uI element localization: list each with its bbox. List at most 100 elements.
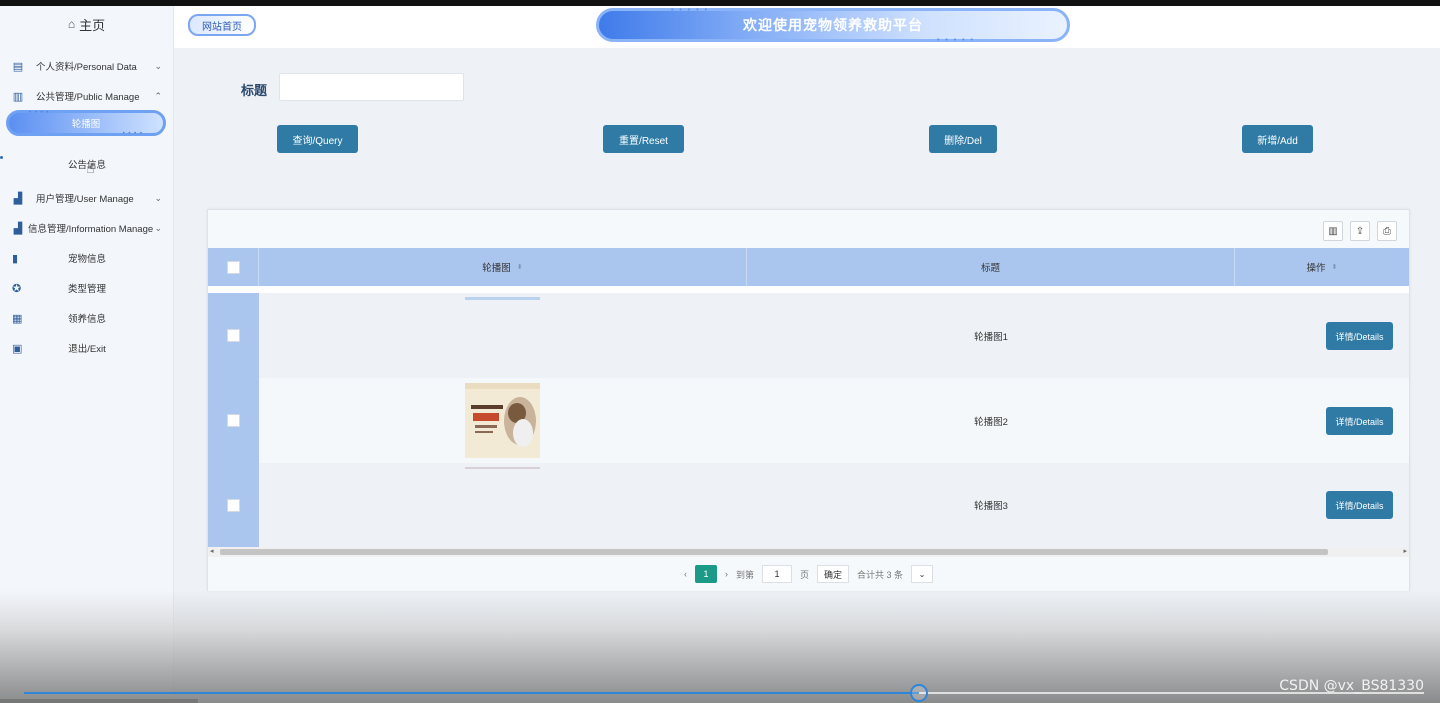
banner-title: 欢迎使用宠物领养救助平台	[743, 17, 923, 33]
sidebar-item-type-manage[interactable]: ✪ 类型管理	[0, 275, 174, 301]
carousel-image	[465, 467, 540, 469]
row-select-cell	[208, 293, 259, 378]
reset-button[interactable]: 重置/Reset	[603, 125, 684, 153]
column-header-action[interactable]: 操作 ⬍	[1235, 248, 1409, 286]
columns-icon[interactable]: ▥	[1323, 221, 1343, 241]
sidebar-item-label: 个人资料/Personal Data	[36, 62, 137, 73]
sidebar-item-label: 用户管理/User Manage	[36, 194, 134, 205]
decor-dots: • • • •	[122, 131, 143, 137]
sidebar-home[interactable]: ⌂ 主页	[0, 6, 173, 42]
row-checkbox[interactable]	[227, 329, 240, 342]
top-header: 网站首页 • • • • • 欢迎使用宠物领养救助平台 • • • • •	[174, 6, 1440, 48]
scroll-left-icon[interactable]: ◂	[210, 547, 214, 555]
sidebar-item-carousel[interactable]: • • • • 轮播图 • • • •	[6, 110, 166, 137]
carousel-table-panel: ▥ ⇪ ⎙ 轮播图 ⬍ 标题 操作 ⬍ 轮播图1 详情/Details 轮播图2…	[207, 209, 1410, 591]
calendar-icon: ▦	[12, 312, 23, 325]
sort-icon[interactable]: ⬍	[1332, 263, 1338, 271]
video-progress-knob[interactable]	[910, 684, 928, 702]
chevron-down-icon: ⌄	[154, 222, 162, 233]
goto-page-input[interactable]: 1	[761, 565, 792, 583]
row-title: 轮播图2	[974, 416, 1008, 428]
print-icon[interactable]: ⎙	[1377, 221, 1397, 241]
sidebar-item-info[interactable]: ▟ 信息管理/Information Manage ⌄	[0, 215, 174, 241]
document-icon: ▤	[12, 60, 24, 73]
page-size-select[interactable]: ⌄	[911, 565, 934, 583]
select-all-checkbox[interactable]	[226, 260, 240, 274]
select-all-cell	[208, 248, 259, 286]
horizontal-scrollbar[interactable]: ◂ ▸	[208, 547, 1409, 557]
sidebar-home-label: 主页	[79, 17, 106, 33]
mouse-cursor-icon: ☝	[86, 160, 95, 176]
row-select-cell	[208, 463, 259, 547]
table-header: 轮播图 ⬍ 标题 操作 ⬍	[208, 248, 1409, 286]
page-unit-label: 页	[799, 569, 809, 580]
decor-dots: • • • •	[29, 110, 50, 116]
chevron-down-icon: ⌄	[918, 569, 926, 579]
title-search-label: 标题	[241, 83, 268, 98]
chevron-down-icon: ⌄	[154, 192, 162, 203]
query-button[interactable]: 查询/Query	[277, 125, 358, 153]
sidebar-item-label: 领养信息	[67, 314, 106, 325]
sidebar-item-personal[interactable]: ▤ 个人资料/Personal Data ⌄	[0, 53, 174, 79]
column-label: 操作	[1306, 263, 1326, 274]
row-checkbox[interactable]	[227, 498, 240, 512]
prev-page-icon[interactable]: ‹	[684, 569, 687, 579]
next-page-icon[interactable]: ›	[725, 569, 728, 579]
bookmark-icon: ▮	[12, 252, 19, 265]
watermark: CSDN @vx_BS81330	[1279, 678, 1424, 694]
site-home-button[interactable]: 网站首页	[188, 14, 256, 36]
carousel-image	[465, 297, 540, 300]
chevron-down-icon: ⌄	[154, 60, 162, 71]
add-button[interactable]: 新增/Add	[1242, 125, 1313, 153]
column-header-image[interactable]: 轮播图 ⬍	[259, 248, 747, 286]
details-button[interactable]: 详情/Details	[1326, 407, 1393, 435]
sidebar-item-label: 信息管理/Information Manage	[28, 224, 154, 235]
row-title: 轮播图3	[974, 501, 1008, 512]
scroll-right-icon[interactable]: ▸	[1403, 547, 1407, 555]
delete-button[interactable]: 删除/Del	[929, 125, 997, 153]
sidebar-item-adopt-info[interactable]: ▦ 领养信息	[0, 305, 174, 331]
sidebar-item-public[interactable]: ▥ 公共管理/Public Manage ⌃	[0, 83, 174, 109]
column-header-title: 标题	[747, 248, 1235, 286]
page-number-current[interactable]: 1	[694, 565, 717, 583]
carousel-image	[465, 383, 540, 458]
calendar-check-icon: ▣	[12, 342, 23, 355]
home-icon: ⌂	[67, 17, 76, 31]
sidebar-item-label: 公共管理/Public Manage	[36, 92, 140, 103]
title-search-input[interactable]	[279, 73, 464, 101]
column-label: 轮播图	[482, 263, 511, 274]
chevron-up-icon: ⌃	[154, 90, 162, 101]
buffer-bar	[0, 699, 198, 703]
chart-bars-icon: ▟	[13, 222, 23, 235]
pagination: ‹ 1 › 到第 1 页 确定 合计共 3 条 ⌄	[208, 557, 1409, 591]
row-title: 轮播图1	[974, 331, 1008, 343]
video-progress-fill	[24, 692, 919, 694]
goto-label: 到第	[735, 569, 754, 580]
sidebar-item-user[interactable]: ▟ 用户管理/User Manage ⌄	[0, 185, 174, 211]
details-button[interactable]: 详情/Details	[1326, 322, 1393, 350]
export-icon[interactable]: ⇪	[1350, 221, 1370, 241]
table-row: 轮播图1 详情/Details	[208, 293, 1409, 378]
sidebar-item-label: 类型管理	[67, 284, 106, 295]
sidebar-item-label: 轮播图	[71, 119, 101, 130]
decor-dots: • • • • •	[936, 37, 975, 44]
table-toolbar: ▥ ⇪ ⎙	[208, 210, 1409, 248]
sidebar-item-exit[interactable]: ▣ 退出/Exit	[0, 335, 174, 361]
decor-dots: • • • • •	[671, 7, 710, 14]
building-icon: ▥	[12, 90, 24, 103]
video-controls-overlay	[0, 590, 1440, 703]
scrollbar-thumb[interactable]	[220, 549, 1328, 555]
row-select-cell	[208, 378, 259, 463]
details-button[interactable]: 详情/Details	[1326, 491, 1393, 519]
table-row: 轮播图3 详情/Details	[208, 463, 1409, 547]
sort-icon[interactable]: ⬍	[517, 263, 523, 271]
table-row: 轮播图2 详情/Details	[208, 378, 1409, 463]
sidebar-item-pet-info[interactable]: ▮ 宠物信息	[0, 245, 174, 271]
welcome-banner: • • • • • 欢迎使用宠物领养救助平台 • • • • •	[596, 7, 1070, 44]
column-label: 标题	[980, 263, 1000, 274]
sidebar-item-label: 宠物信息	[67, 254, 106, 265]
sidebar-item-label: 退出/Exit	[68, 344, 106, 355]
goto-confirm-button[interactable]: 确定	[817, 565, 850, 583]
row-checkbox[interactable]	[227, 414, 240, 427]
badge-icon: ✪	[12, 282, 22, 295]
